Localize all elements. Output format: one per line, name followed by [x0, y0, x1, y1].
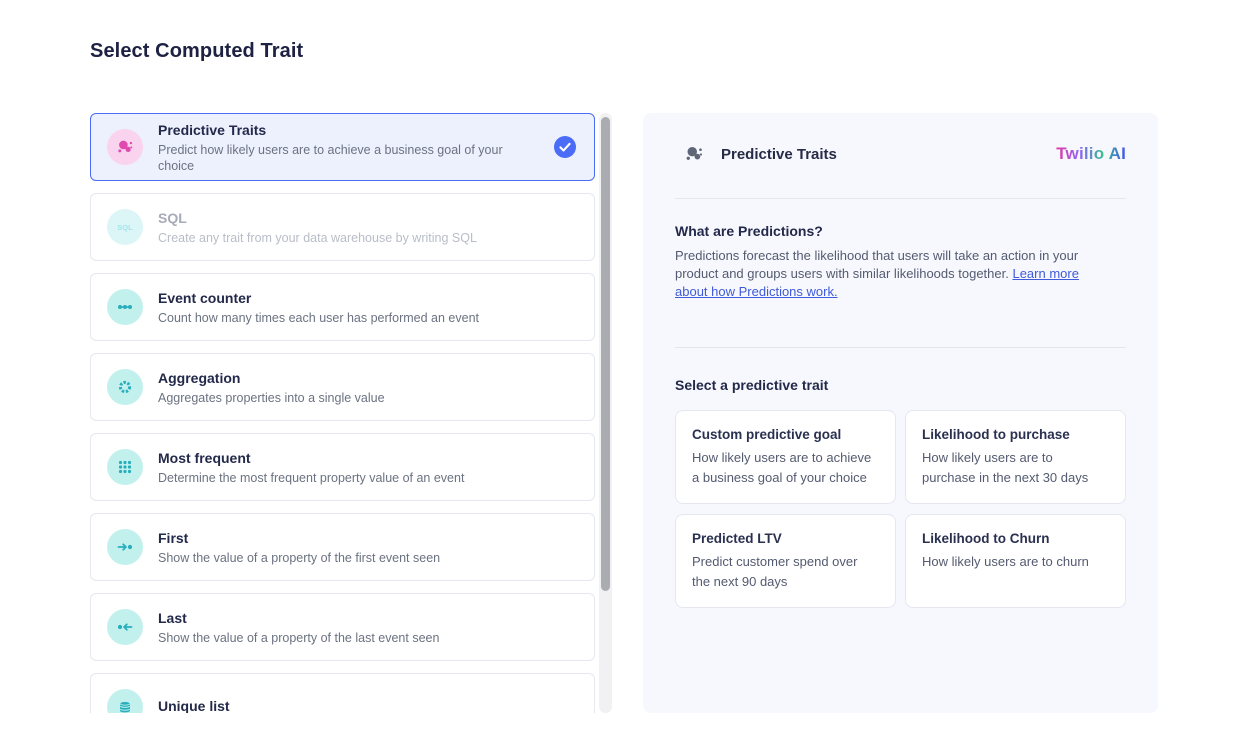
trait-list-item[interactable]: Most frequent Determine the most frequen… — [90, 433, 595, 501]
svg-text:SQL: SQL — [117, 223, 133, 232]
trait-title: Event counter — [158, 289, 479, 307]
trait-title: First — [158, 529, 440, 547]
predictive-trait-card-description: Predict customer spend over the next 90 … — [692, 552, 879, 592]
trait-list-item[interactable]: SQL SQL Create any trait from your data … — [90, 193, 595, 261]
trait-list-item[interactable]: Predictive Traits Predict how likely use… — [90, 113, 595, 181]
predictive-trait-card-title: Likelihood to Churn — [922, 530, 1109, 547]
trait-title: Last — [158, 609, 439, 627]
divider — [675, 347, 1126, 348]
divider — [675, 198, 1126, 199]
about-body: Predictions forecast the likelihood that… — [675, 247, 1115, 301]
predictive-trait-card-description: How likely users are to achieve a busine… — [692, 448, 879, 488]
trait-list-item[interactable]: Aggregation Aggregates properties into a… — [90, 353, 595, 421]
trait-title: SQL — [158, 209, 477, 227]
predictive-trait-card[interactable]: Likelihood to Churn How likely users are… — [905, 514, 1126, 608]
trait-title: Unique list — [158, 697, 230, 714]
trait-description: Create any trait from your data warehous… — [158, 230, 477, 246]
trait-list-item[interactable]: First Show the value of a property of th… — [90, 513, 595, 581]
select-trait-heading: Select a predictive trait — [675, 377, 1126, 393]
sql-icon: SQL — [107, 209, 143, 245]
select-computed-trait-screen: Select Computed Trait Predictive Traits … — [0, 0, 1258, 750]
predictive-trait-card-title: Custom predictive goal — [692, 426, 879, 443]
predictive-trait-card-title: Likelihood to purchase — [922, 426, 1109, 443]
dot-arrow-left-icon — [107, 609, 143, 645]
trait-list: Predictive Traits Predict how likely use… — [90, 113, 596, 713]
page-title: Select Computed Trait — [90, 40, 303, 63]
predictive-trait-card[interactable]: Likelihood to purchase How likely users … — [905, 410, 1126, 504]
dots-line-icon — [107, 289, 143, 325]
selected-check-icon — [554, 136, 576, 158]
gear-ring-icon — [107, 369, 143, 405]
predictive-trait-grid: Custom predictive goal How likely users … — [675, 410, 1126, 608]
trait-description: Aggregates properties into a single valu… — [158, 390, 385, 406]
detail-title: Predictive Traits — [721, 146, 837, 163]
predictive-trait-card[interactable]: Predicted LTV Predict customer spend ove… — [675, 514, 896, 608]
cluster-icon — [107, 129, 143, 165]
trait-description: Show the value of a property of the firs… — [158, 550, 440, 566]
arrow-right-dot-icon — [107, 529, 143, 565]
predictive-trait-card-title: Predicted LTV — [692, 530, 879, 547]
about-heading: What are Predictions? — [675, 223, 1126, 239]
database-icon — [107, 689, 143, 713]
trait-title: Most frequent — [158, 449, 464, 467]
trait-list-scrollbar[interactable] — [599, 113, 612, 713]
trait-title: Predictive Traits — [158, 121, 534, 139]
trait-description: Determine the most frequent property val… — [158, 470, 464, 486]
predictive-trait-card-description: How likely users are to churn — [922, 552, 1109, 572]
trait-description: Count how many times each user has perfo… — [158, 310, 479, 326]
detail-panel: Predictive Traits Twilio AI What are Pre… — [643, 113, 1158, 713]
predictive-trait-card-description: How likely users are to purchase in the … — [922, 448, 1109, 488]
twilio-ai-logo: Twilio AI — [1056, 144, 1126, 164]
detail-header: Predictive Traits Twilio AI — [675, 143, 1126, 165]
cluster-icon — [683, 143, 705, 165]
trait-list-item[interactable]: Event counter Count how many times each … — [90, 273, 595, 341]
predictive-trait-card[interactable]: Custom predictive goal How likely users … — [675, 410, 896, 504]
trait-description: Show the value of a property of the last… — [158, 630, 439, 646]
dot-grid-icon — [107, 449, 143, 485]
trait-list-item[interactable]: Unique list — [90, 673, 595, 713]
trait-title: Aggregation — [158, 369, 385, 387]
trait-description: Predict how likely users are to achieve … — [158, 142, 534, 174]
scrollbar-thumb[interactable] — [601, 117, 610, 591]
trait-list-item[interactable]: Last Show the value of a property of the… — [90, 593, 595, 661]
